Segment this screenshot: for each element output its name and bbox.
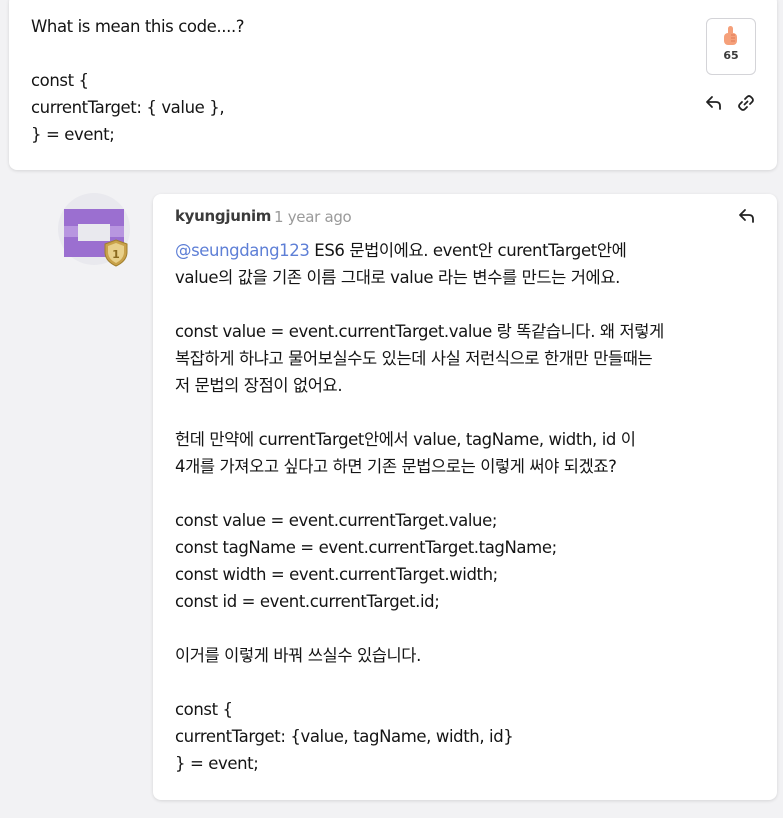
- reply-author[interactable]: kyungjunim: [175, 207, 271, 225]
- badge-number: 1: [112, 248, 120, 261]
- reply-line: const id = event.currentTarget.id;: [175, 592, 440, 611]
- reply-line: [175, 291, 735, 318]
- thumbs-up-icon: [724, 26, 737, 45]
- question-body: What is mean this code....? const { curr…: [31, 13, 671, 148]
- question-line: [31, 40, 671, 67]
- reply-line: const {: [175, 700, 233, 719]
- reply-line: const tagName = event.currentTarget.tagN…: [175, 538, 557, 557]
- question-line: const {: [31, 71, 89, 90]
- question-comment-card: What is mean this code....? const { curr…: [9, 0, 777, 170]
- reply-first-line-text: ES6 문법이에요. event안 curentTarget안에: [309, 241, 627, 260]
- reply-line: 저 문법의 장점이 없어요.: [175, 376, 343, 395]
- reply-line: const width = event.currentTarget.width;: [175, 565, 498, 584]
- reply-timestamp: 1 year ago: [274, 208, 352, 226]
- reply-line: @seungdang123 ES6 문법이에요. event안 curentTa…: [175, 237, 735, 264]
- reply-line: } = event;: [175, 754, 259, 773]
- question-line: What is mean this code....?: [31, 17, 245, 36]
- link-icon[interactable]: [736, 93, 756, 113]
- reply-comment-card: kyungjunim 1 year ago @seungdang123 ES6 …: [153, 194, 777, 800]
- reply-line: value의 값을 기존 이름 그대로 value 라는 변수를 만드는 거에요…: [175, 268, 620, 287]
- reply-line: 복잡하게 하냐고 물어보실수도 있는데 사실 저런식으로 한개만 만들때는: [175, 349, 653, 368]
- reply-line: [175, 480, 735, 507]
- like-button[interactable]: 65: [706, 18, 756, 75]
- shield-badge-icon: 1: [104, 239, 128, 267]
- reply-arrow-icon[interactable]: [704, 93, 724, 113]
- user-mention-link[interactable]: @seungdang123: [175, 241, 310, 260]
- reply-line: [175, 669, 735, 696]
- question-line: currentTarget: { value },: [31, 98, 225, 117]
- avatar[interactable]: 1: [58, 193, 130, 267]
- reply-arrow-icon[interactable]: [737, 206, 757, 226]
- like-count: 65: [723, 49, 739, 62]
- reply-line: const value = event.currentTarget.value;: [175, 511, 498, 530]
- reply-line: 헌데 만약에 currentTarget안에서 value, tagName, …: [175, 430, 636, 449]
- reply-line: 4개를 가져오고 싶다고 하면 기존 문법으로는 이렇게 써야 되겠죠?: [175, 457, 617, 476]
- reply-line: [175, 399, 735, 426]
- reply-line: currentTarget: {value, tagName, width, i…: [175, 727, 514, 746]
- reply-line: [175, 615, 735, 642]
- reply-line: 이거를 이렇게 바꿔 쓰실수 있습니다.: [175, 646, 421, 665]
- reply-line: const value = event.currentTarget.value …: [175, 322, 664, 341]
- question-line: } = event;: [31, 125, 115, 144]
- reply-body: @seungdang123 ES6 문법이에요. event안 curentTa…: [175, 237, 735, 777]
